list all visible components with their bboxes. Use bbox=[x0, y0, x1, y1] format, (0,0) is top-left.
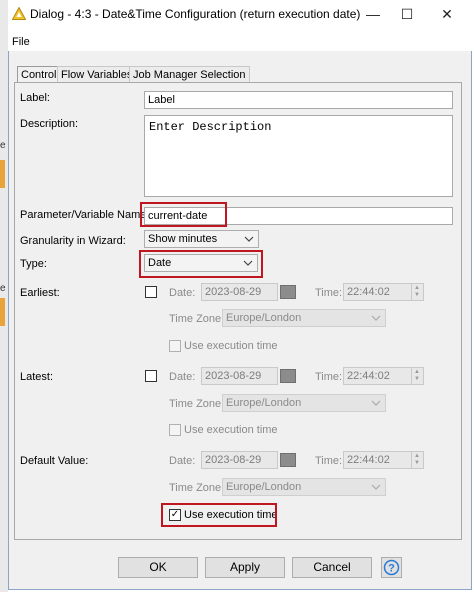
earliest-time-value: 22:44:02 bbox=[347, 286, 390, 298]
calendar-icon[interactable] bbox=[280, 453, 296, 467]
earliest-time-label: Time: bbox=[315, 287, 343, 299]
time-spinner-icon[interactable]: ▲ ▼ bbox=[411, 283, 423, 301]
tab-job-manager-selection[interactable]: Job Manager Selection bbox=[129, 66, 250, 82]
time-spinner-icon[interactable]: ▲ ▼ bbox=[411, 451, 423, 469]
default-time-field[interactable]: 22:44:02 ▲ ▼ bbox=[343, 451, 424, 469]
menu-bar bbox=[8, 33, 472, 51]
default-time-value: 22:44:02 bbox=[347, 454, 390, 466]
window-title: Dialog - 4:3 - Date&Time Configuration (… bbox=[30, 7, 361, 21]
tab-flow-variables[interactable]: Flow Variables bbox=[57, 66, 137, 82]
latest-use-exec-checkbox[interactable] bbox=[169, 424, 181, 436]
latest-label: Latest: bbox=[20, 371, 54, 383]
earliest-use-exec-label: Use execution time bbox=[184, 340, 278, 352]
earliest-tz-select[interactable]: Europe/London bbox=[222, 309, 386, 327]
granularity-value: Show minutes bbox=[148, 233, 218, 245]
label-input[interactable]: Label bbox=[144, 91, 453, 109]
highlight-type bbox=[139, 250, 263, 278]
cancel-button[interactable]: Cancel bbox=[292, 557, 372, 578]
time-spinner-icon[interactable]: ▲ ▼ bbox=[411, 367, 423, 385]
calendar-icon[interactable] bbox=[280, 285, 296, 299]
default-date-label: Date: bbox=[169, 455, 196, 467]
granularity-label: Granularity in Wizard: bbox=[20, 235, 126, 247]
chevron-down-icon bbox=[371, 315, 381, 321]
description-label: Description: bbox=[20, 118, 79, 130]
highlight-param bbox=[140, 202, 227, 227]
label-label: Label: bbox=[20, 92, 50, 104]
default-value-label: Default Value: bbox=[20, 455, 89, 467]
help-icon: ? bbox=[383, 559, 400, 576]
earliest-tz-label: Time Zone: bbox=[169, 313, 225, 325]
apply-button[interactable]: Apply bbox=[205, 557, 285, 578]
earliest-tz-value: Europe/London bbox=[226, 312, 302, 324]
help-button[interactable]: ? bbox=[381, 557, 402, 578]
latest-time-label: Time: bbox=[315, 371, 343, 383]
chevron-down-icon bbox=[244, 236, 254, 242]
background-text: e bbox=[0, 283, 6, 294]
background-node bbox=[0, 298, 5, 326]
default-tz-value: Europe/London bbox=[226, 481, 302, 493]
latest-checkbox[interactable] bbox=[145, 370, 157, 382]
calendar-icon[interactable] bbox=[280, 369, 296, 383]
background-text: e bbox=[0, 140, 6, 151]
earliest-date-label: Date: bbox=[169, 287, 196, 299]
latest-date-label: Date: bbox=[169, 371, 196, 383]
earliest-date-field[interactable]: 2023-08-29 bbox=[201, 283, 278, 301]
ok-button[interactable]: OK bbox=[118, 557, 198, 578]
latest-date-field[interactable]: 2023-08-29 bbox=[201, 367, 278, 385]
latest-use-exec-label: Use execution time bbox=[184, 424, 278, 436]
default-date-field[interactable]: 2023-08-29 bbox=[201, 451, 278, 469]
earliest-use-exec-checkbox[interactable] bbox=[169, 340, 181, 352]
type-label: Type: bbox=[20, 258, 47, 270]
latest-tz-label: Time Zone: bbox=[169, 398, 225, 410]
latest-tz-value: Europe/London bbox=[226, 397, 302, 409]
menu-file[interactable]: File bbox=[12, 36, 30, 48]
minimize-button[interactable]: — bbox=[358, 6, 388, 22]
default-tz-select[interactable]: Europe/London bbox=[222, 478, 386, 496]
close-button[interactable]: ✕ bbox=[432, 6, 462, 22]
default-tz-label: Time Zone: bbox=[169, 482, 225, 494]
earliest-checkbox[interactable] bbox=[145, 286, 157, 298]
background-node bbox=[0, 160, 5, 188]
granularity-select[interactable]: Show minutes bbox=[144, 230, 259, 248]
knime-logo-icon bbox=[12, 7, 26, 20]
help-icon-glyph: ? bbox=[388, 563, 395, 575]
earliest-time-field[interactable]: 22:44:02 ▲ ▼ bbox=[343, 283, 424, 301]
param-name-label: Parameter/Variable Name: bbox=[20, 209, 150, 221]
default-time-label: Time: bbox=[315, 455, 343, 467]
latest-time-value: 22:44:02 bbox=[347, 370, 390, 382]
latest-time-field[interactable]: 22:44:02 ▲ ▼ bbox=[343, 367, 424, 385]
maximize-button[interactable]: ☐ bbox=[392, 6, 422, 22]
chevron-down-icon bbox=[371, 400, 381, 406]
latest-tz-select[interactable]: Europe/London bbox=[222, 394, 386, 412]
description-textarea[interactable]: Enter Description bbox=[144, 115, 453, 197]
highlight-use-exec bbox=[161, 503, 277, 527]
background-app bbox=[0, 0, 8, 592]
chevron-down-icon bbox=[371, 484, 381, 490]
tab-control[interactable]: Control bbox=[17, 66, 61, 82]
earliest-label: Earliest: bbox=[20, 287, 60, 299]
